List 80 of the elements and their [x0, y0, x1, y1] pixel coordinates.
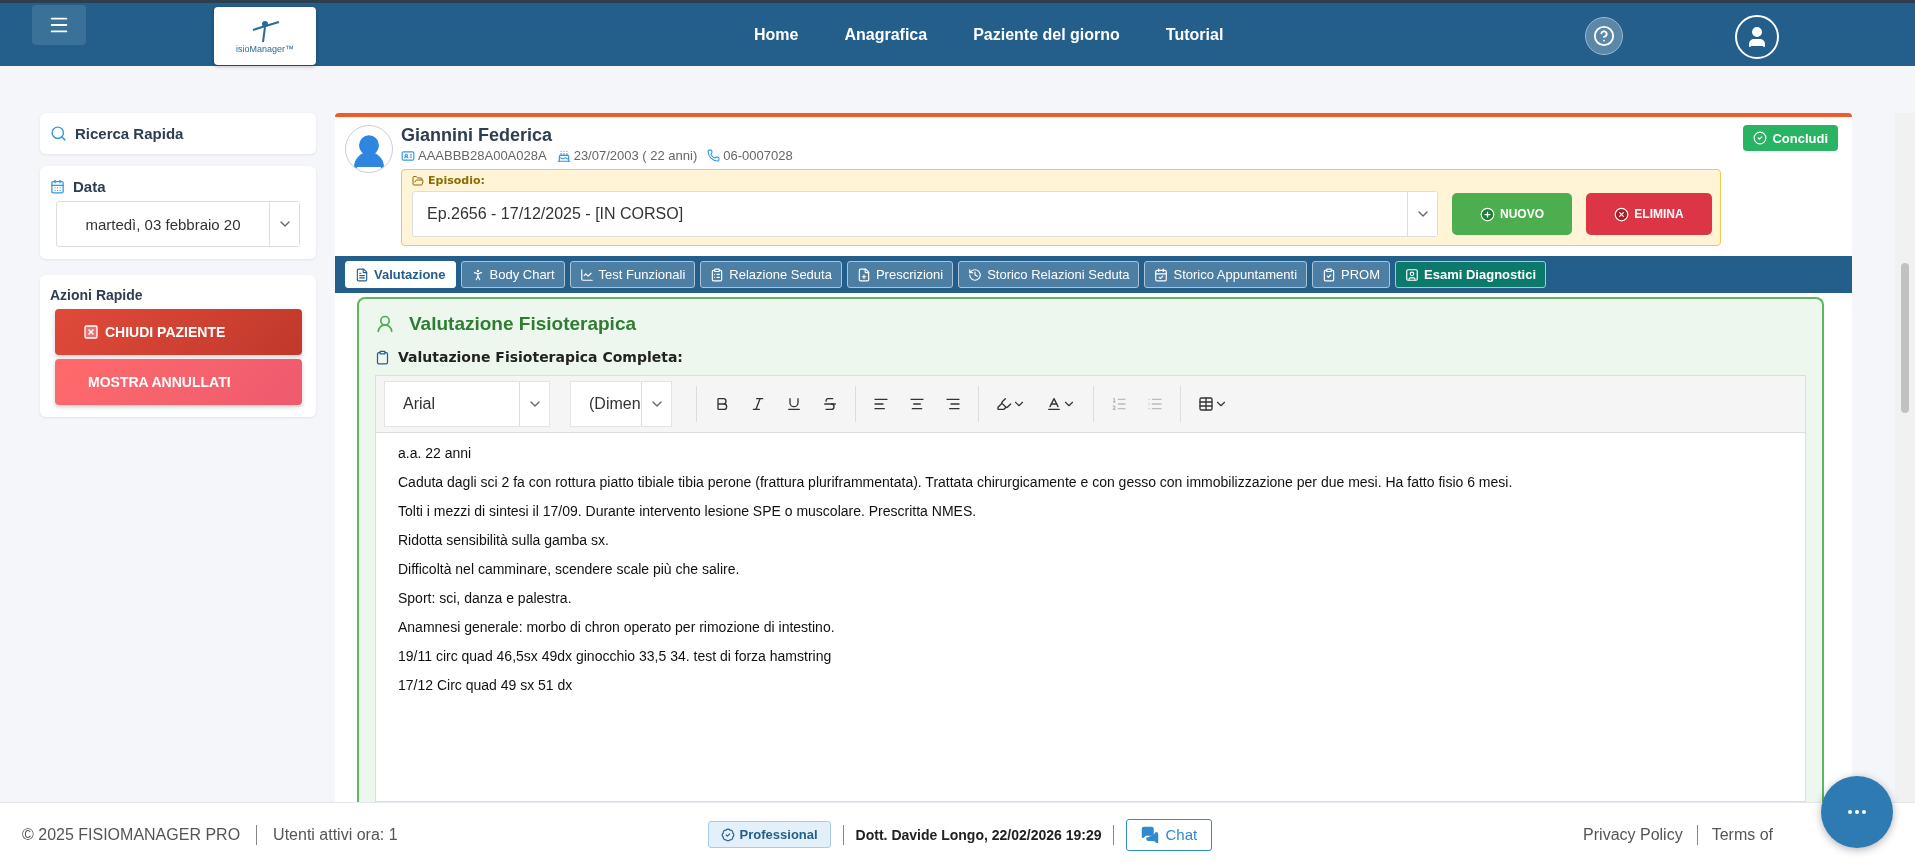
- tab[interactable]: Test Funzionali: [569, 261, 696, 288]
- tab[interactable]: Storico Relazioni Seduta: [958, 261, 1140, 288]
- close-icon: [83, 324, 99, 340]
- tab[interactable]: Prescrizioni: [846, 261, 954, 288]
- tab-icon: [968, 267, 983, 282]
- episode-select[interactable]: Ep.2656 - 17/12/2025 - [IN CORSO]: [412, 191, 1438, 237]
- actions-title: Azioni Rapide: [50, 287, 144, 303]
- tab[interactable]: Esami Diagnostici: [1395, 261, 1547, 288]
- action-button[interactable]: MOSTRA ANNULLATI: [55, 359, 302, 405]
- close-icon: [1614, 206, 1630, 222]
- chat-icon: [1141, 825, 1160, 844]
- cake-icon: [556, 148, 571, 163]
- calendar-icon: [50, 179, 65, 194]
- episode-label: Episodio:: [412, 174, 1712, 187]
- badge-icon: [720, 827, 735, 842]
- delete-button[interactable]: ELIMINA: [1586, 193, 1712, 235]
- phone-number: 06-0007028: [707, 148, 793, 163]
- footer-link[interactable]: Terms of: [1711, 825, 1773, 844]
- clipboard-icon: [375, 349, 390, 365]
- tab[interactable]: Storico Appuntamenti: [1144, 261, 1308, 288]
- more-icon: [1848, 810, 1866, 814]
- tab-icon: [355, 267, 369, 282]
- text-line: a.a. 22 anni: [398, 445, 473, 461]
- tab-icon: [1405, 267, 1420, 282]
- new-button[interactable]: NUOVO: [1452, 193, 1572, 235]
- text-line: Sport: sci, danza e palestra.: [398, 590, 573, 606]
- folder-icon: [412, 174, 424, 187]
- nav-link[interactable]: Paziente del giorno: [973, 25, 1120, 44]
- plan-badge: Professional: [707, 821, 831, 848]
- user-avatar-button[interactable]: [1735, 15, 1780, 59]
- panel-subtitle: Valutazione Fisioterapica Completa:: [398, 349, 683, 365]
- fiscal-code: AAABBB28A00A028A: [401, 148, 547, 163]
- menu-button[interactable]: [32, 5, 86, 45]
- person-icon: [375, 314, 395, 334]
- search-label: Ricerca Rapida: [75, 125, 184, 142]
- patient-name: Giannini Federica: [401, 125, 554, 146]
- text-line: Caduta dagli sci 2 fa con rottura piatto tibiale tibia perone (frattura pluriframmentata). Trattata chirurgicamente e con gesso con immobilizzazione per due mesi. Ha fatto fisio 6 mesi.: [398, 474, 1514, 490]
- quick-search-card[interactable]: Ricerca Rapida: [40, 113, 316, 154]
- text-line: Tolti i mezzi di sintesi il 17/09. Durante intervento lesione SPE o muscolare. Prescritta NMES.: [398, 503, 978, 519]
- scrollbar[interactable]: [1895, 113, 1915, 802]
- tab[interactable]: Valutazione: [345, 261, 456, 288]
- size-select[interactable]: (Dimen: [570, 381, 672, 427]
- action-button[interactable]: CHIUDI PAZIENTE: [55, 309, 302, 355]
- nav-link[interactable]: Home: [754, 25, 799, 44]
- plus-icon: [1480, 206, 1495, 222]
- text-line: Ridotta sensibilità sulla gamba sx.: [398, 532, 610, 548]
- text-line: 19/11 circ quad 46,5sx 49dx ginocchio 33,5 34. test di forza hamstring: [398, 648, 833, 664]
- search-icon: [50, 125, 67, 142]
- date-field[interactable]: martedì, 03 febbraio 20: [56, 201, 300, 247]
- id-card-icon: [401, 148, 415, 163]
- text-line: Difficoltà nel camminare, scendere scale più che salire.: [398, 561, 741, 577]
- footer-link[interactable]: Privacy Policy: [1583, 825, 1683, 844]
- font-select[interactable]: Arial: [384, 381, 550, 427]
- phone-icon: [707, 149, 721, 162]
- user-info: Dott. Davide Longo, 22/02/2026 19:29: [855, 826, 1102, 843]
- text-line: 17/12 Circ quad 49 sx 51 dx: [398, 677, 574, 693]
- help-button[interactable]: [1585, 17, 1624, 55]
- birth-date: 23/07/2003 ( 22 anni): [556, 148, 698, 163]
- tab-icon: [856, 267, 871, 282]
- date-label: Data: [73, 178, 106, 195]
- tab-icon: [1322, 267, 1337, 282]
- nav-link[interactable]: Tutorial: [1165, 25, 1224, 44]
- copyright: © 2025 FISIOMANAGER PRO: [22, 825, 241, 844]
- help-icon: [1593, 25, 1616, 47]
- tab-icon: [1154, 267, 1169, 282]
- tab[interactable]: Relazione Seduta: [700, 261, 842, 288]
- panel-title: Valutazione Fisioterapica: [409, 313, 637, 335]
- active-users: Utenti attivi ora: 1: [273, 825, 398, 844]
- tab[interactable]: Body Chart: [460, 261, 565, 288]
- tab-icon: [579, 267, 594, 282]
- tab-icon: [710, 267, 725, 282]
- scrollbar-thumb[interactable]: [1901, 263, 1909, 413]
- nav-link[interactable]: Anagrafica: [844, 25, 928, 44]
- conclude-button[interactable]: Concludi: [1743, 125, 1838, 151]
- text-line: Anamnesi generale: morbo di chron operato per rimozione di intestino.: [398, 619, 836, 635]
- logo[interactable]: isioManager™: [214, 7, 316, 65]
- chat-button[interactable]: Chat: [1126, 818, 1213, 851]
- tab[interactable]: PROM: [1312, 261, 1391, 288]
- logo-text: isioManager™: [236, 44, 294, 54]
- check-icon: [1753, 131, 1768, 145]
